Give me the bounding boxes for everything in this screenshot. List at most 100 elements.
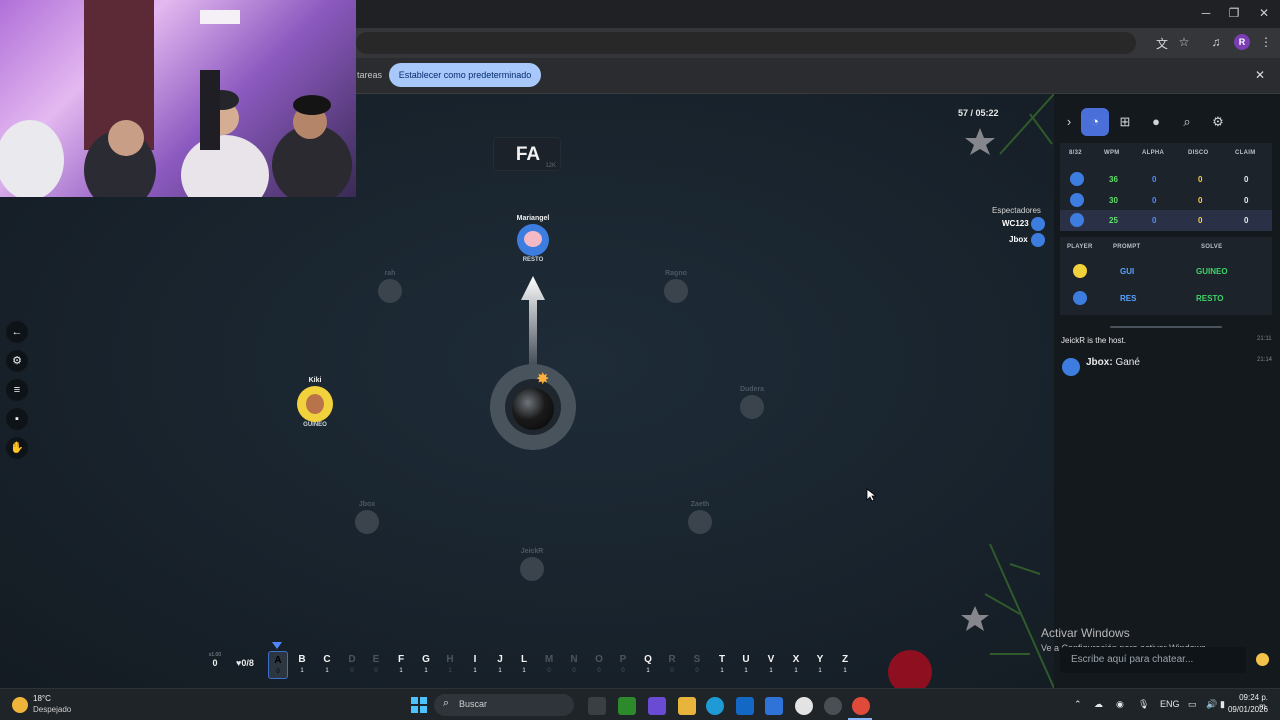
letter-count: 1: [424, 668, 428, 674]
letter-char: X: [792, 654, 800, 665]
tab-settings-icon[interactable]: ⚙: [1204, 108, 1232, 136]
back-arrow-icon[interactable]: ←: [6, 321, 28, 343]
player-eliminated: Zaeth: [680, 501, 720, 534]
letter-char: J: [497, 654, 503, 665]
stats-cell: 0: [1244, 196, 1249, 205]
letter-count: 1: [818, 668, 822, 674]
prompt-header: SOLVE: [1201, 244, 1223, 250]
activate-windows-title: Activar Windows: [1041, 626, 1130, 640]
stats-header[interactable]: ALPHA: [1142, 150, 1164, 156]
profile-avatar[interactable]: R: [1234, 34, 1250, 50]
collapse-panel-icon[interactable]: ›: [1060, 108, 1078, 136]
bookmark-star-icon[interactable]: ☆: [1176, 35, 1192, 49]
close-window-icon[interactable]: ✕: [1254, 6, 1274, 20]
tab-players-icon[interactable]: ●: [1142, 108, 1170, 136]
player-eliminated: JeickR: [512, 548, 552, 581]
hand-icon[interactable]: ✋: [6, 437, 28, 459]
player-avatar: [1070, 193, 1084, 207]
edge-icon[interactable]: [706, 697, 724, 715]
letter-tile: L1: [514, 651, 534, 679]
tray-chevron-icon[interactable]: ⌃: [1074, 699, 1082, 710]
player-avatar: [1070, 213, 1084, 227]
player-avatar: [1073, 264, 1087, 278]
letter-char: C: [323, 654, 331, 665]
lives-counter: ♥0/8: [236, 658, 254, 668]
letter-tile: N0: [564, 651, 584, 679]
discord-icon[interactable]: [648, 697, 666, 715]
infobar-close-icon[interactable]: ✕: [1255, 68, 1265, 82]
tray-volume-icon[interactable]: 🔊: [1206, 699, 1217, 710]
clock-date[interactable]: 09/01/2026: [1224, 705, 1268, 714]
player-mariangel: Mariangel ♥♥ RESTO: [508, 215, 558, 263]
windows-start-icon[interactable]: [411, 697, 427, 713]
minecraft-icon[interactable]: [618, 697, 636, 715]
emoji-icon[interactable]: [1256, 653, 1269, 666]
letter-count: 1: [522, 668, 526, 674]
browser-menu-icon[interactable]: ⋮: [1258, 35, 1274, 49]
tab-stats-icon[interactable]: ◔: [1081, 108, 1109, 136]
tray-language[interactable]: ENG: [1160, 699, 1180, 709]
obs-icon[interactable]: [824, 697, 842, 715]
chat-time: 21:14: [1257, 357, 1273, 363]
panel-scrollbar[interactable]: [1110, 326, 1222, 328]
chat-user: Jbox:: [1086, 357, 1113, 368]
tray-mic-icon[interactable]: 🎙: [1138, 699, 1149, 710]
letter-char: D: [348, 654, 356, 665]
chrome-icon[interactable]: [852, 697, 870, 715]
file-explorer-icon[interactable]: [678, 697, 696, 715]
translate-icon[interactable]: 文: [1154, 35, 1170, 52]
stats-header[interactable]: DISCO: [1188, 150, 1209, 156]
mail-icon[interactable]: [765, 697, 783, 715]
stats-cell: 36: [1109, 175, 1118, 184]
settings-gear-icon[interactable]: ⚙: [6, 350, 28, 372]
solve-cell: GUINEO: [1196, 267, 1228, 276]
letter-count: 0: [350, 668, 354, 674]
letter-char: U: [742, 654, 750, 665]
syllable-count: 12K: [545, 163, 556, 169]
player-avatar: [1073, 291, 1087, 305]
stats-header[interactable]: WPM: [1104, 150, 1120, 156]
letter-char: Y: [816, 654, 824, 665]
letter-count: 1: [498, 668, 502, 674]
letter-tile: F1: [391, 651, 411, 679]
menu-list-icon[interactable]: ≡: [6, 379, 28, 401]
store-icon[interactable]: [736, 697, 754, 715]
chat-text: Gané: [1115, 357, 1140, 368]
tray-network-icon[interactable]: ◉: [1116, 699, 1124, 710]
restore-icon[interactable]: ❐: [1224, 6, 1244, 20]
tray-display-icon[interactable]: ▭: [1188, 699, 1197, 710]
infobar-text: tareas: [357, 70, 383, 80]
letter-tile: B1: [292, 651, 312, 679]
weather-moon-icon[interactable]: [12, 697, 28, 713]
letter-count: 0: [621, 668, 625, 674]
letter-count: 0: [597, 668, 601, 674]
player-avatar: [1070, 172, 1084, 186]
tab-search-icon[interactable]: ⌕: [1173, 108, 1201, 136]
chat-placeholder: Escribe aquí para chatear...: [1071, 654, 1194, 665]
letter-char: I: [473, 654, 477, 665]
letter-tile: E0: [366, 651, 386, 679]
weather-temp: 18°C: [33, 694, 51, 703]
player-eliminated: Jbox: [347, 501, 387, 534]
letter-tile: C1: [317, 651, 337, 679]
taskbar-search[interactable]: ⌕ Buscar: [434, 694, 574, 716]
minimize-icon[interactable]: ─: [1196, 6, 1216, 20]
media-control-icon[interactable]: ♫: [1208, 35, 1224, 49]
player-avatar: [740, 395, 764, 419]
letter-count: 0: [670, 668, 674, 674]
tray-onedrive-icon[interactable]: ☁: [1094, 699, 1103, 710]
chat-input[interactable]: Escribe aquí para chatear...: [1060, 647, 1246, 673]
letter-count: 1: [769, 668, 773, 674]
tab-rooms-icon[interactable]: ⊞: [1111, 108, 1139, 136]
letter-tile: Z1: [835, 651, 855, 679]
player-kiki: Kiki ♥♥ GUINEO: [290, 377, 340, 428]
search-placeholder: Buscar: [459, 699, 488, 709]
stats-header[interactable]: CLAIM: [1235, 150, 1256, 156]
chat-bubble-icon[interactable]: ▪: [6, 408, 28, 430]
letter-count: 1: [744, 668, 748, 674]
task-view-icon[interactable]: [588, 697, 606, 715]
address-bar[interactable]: [356, 32, 1136, 54]
opera-icon[interactable]: [795, 697, 813, 715]
stats-header[interactable]: 8/32: [1069, 150, 1082, 156]
set-default-button[interactable]: Establecer como predeterminado: [389, 63, 541, 87]
